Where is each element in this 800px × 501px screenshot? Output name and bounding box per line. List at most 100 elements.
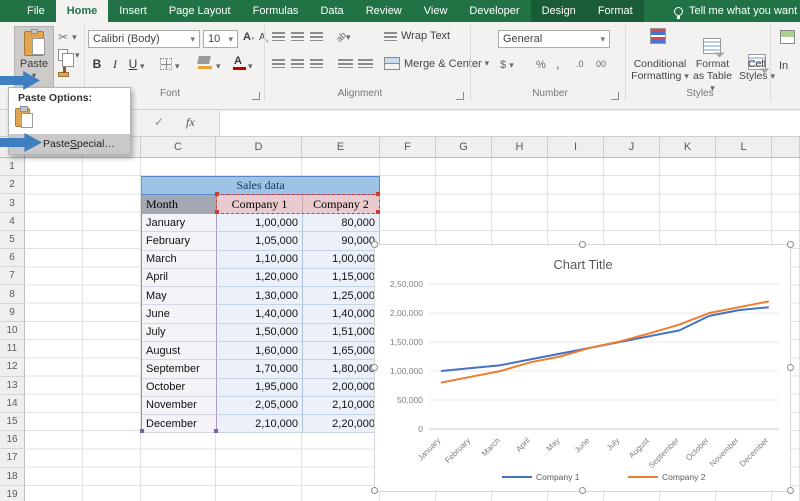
value-cell[interactable]: 2,10,000	[303, 396, 380, 416]
row-header-15[interactable]: 15	[0, 412, 25, 432]
month-cell[interactable]: October	[142, 378, 217, 397]
row-header-17[interactable]: 17	[0, 449, 25, 468]
value-cell[interactable]: 80,000	[303, 214, 380, 233]
merge-center-button[interactable]: Merge & Center ▾	[384, 57, 489, 70]
value-cell[interactable]: 1,15,000	[303, 268, 380, 288]
legend-label[interactable]: Company 1	[536, 472, 580, 482]
tell-me-search[interactable]: Tell me what you want t	[674, 0, 800, 22]
column-header-k[interactable]: K	[660, 137, 716, 158]
sales-data-table[interactable]: Sales data Month Company 1 Company 2 January…	[140, 176, 380, 434]
column-header-l[interactable]: L	[716, 137, 772, 158]
value-cell[interactable]: 2,10,000	[217, 415, 303, 434]
month-cell[interactable]: June	[142, 305, 217, 324]
fx-icon[interactable]: fx	[186, 115, 195, 130]
increase-indent-icon[interactable]	[358, 59, 373, 68]
paste-option-icon[interactable]	[15, 106, 33, 128]
column-header-c[interactable]: C	[141, 137, 216, 158]
copy-button[interactable]: ▾	[58, 49, 80, 67]
table-header-month[interactable]: Month	[142, 195, 217, 214]
value-cell[interactable]: 1,00,000	[303, 250, 380, 269]
decrease-indent-icon[interactable]	[338, 59, 353, 68]
month-cell[interactable]: August	[142, 341, 217, 361]
table-title-cell[interactable]: Sales data	[142, 177, 379, 195]
value-cell[interactable]: 1,80,000	[303, 360, 380, 379]
underline-button[interactable]: U	[126, 57, 140, 71]
column-header-g[interactable]: G	[436, 137, 492, 158]
month-cell[interactable]: April	[142, 268, 217, 288]
row-header-3[interactable]: 3	[0, 194, 25, 213]
month-cell[interactable]: May	[142, 287, 217, 306]
month-cell[interactable]: September	[142, 360, 217, 379]
row-header-4[interactable]: 4	[0, 212, 25, 231]
value-cell[interactable]: 1,51,000	[303, 323, 380, 342]
cut-button[interactable]: ✂ ▾	[58, 30, 77, 44]
table-header-company-1[interactable]: Company 1	[217, 195, 303, 214]
column-header-i[interactable]: I	[548, 137, 604, 158]
value-cell[interactable]: 1,00,000	[217, 214, 303, 233]
chart-handle[interactable]	[371, 487, 378, 494]
align-right-icon[interactable]	[310, 59, 323, 68]
tab-design[interactable]: Design	[530, 0, 587, 22]
column-header-d[interactable]: D	[216, 137, 302, 158]
row-header-14[interactable]: 14	[0, 394, 25, 413]
font-dialog-launcher[interactable]	[252, 92, 260, 100]
chart-title[interactable]: Chart Title	[553, 257, 612, 272]
tab-developer[interactable]: Developer	[458, 0, 530, 22]
tab-home[interactable]: Home	[55, 0, 109, 22]
value-cell[interactable]: 1,40,000	[303, 305, 380, 324]
value-cell[interactable]: 1,05,000	[217, 232, 303, 251]
value-cell[interactable]: 1,40,000	[217, 305, 303, 324]
month-cell[interactable]: July	[142, 323, 217, 342]
value-cell[interactable]: 1,95,000	[217, 378, 303, 397]
chart-handle[interactable]	[371, 364, 378, 371]
value-cell[interactable]: 90,000	[303, 232, 380, 251]
conditional-formatting-button[interactable]: Conditional Formatting ▾	[629, 58, 691, 82]
row-header-6[interactable]: 6	[0, 249, 25, 268]
accounting-format-icon[interactable]: $ ▾	[500, 59, 514, 71]
value-cell[interactable]: 1,25,000	[303, 287, 380, 306]
row-header-7[interactable]: 7	[0, 267, 25, 286]
column-header-h[interactable]: H	[492, 137, 548, 158]
number-format-combo[interactable]: General ▾	[498, 30, 610, 48]
enter-icon[interactable]: ✓	[154, 115, 164, 129]
format-painter-button[interactable]	[58, 67, 69, 77]
fill-color-icon[interactable]	[197, 56, 212, 69]
tab-file[interactable]: File	[16, 0, 56, 22]
chart-handle[interactable]	[787, 364, 794, 371]
value-cell[interactable]: 1,65,000	[303, 341, 380, 361]
tab-format[interactable]: Format	[586, 0, 644, 22]
tab-review[interactable]: Review	[355, 0, 413, 22]
chart-handle[interactable]	[579, 487, 586, 494]
bold-button[interactable]: B	[90, 57, 104, 71]
value-cell[interactable]: 1,50,000	[217, 323, 303, 342]
borders-icon[interactable]	[160, 58, 172, 70]
month-cell[interactable]: February	[142, 232, 217, 251]
month-cell[interactable]: March	[142, 250, 217, 269]
month-cell[interactable]: January	[142, 214, 217, 233]
chart-handle[interactable]	[787, 487, 794, 494]
row-header-10[interactable]: 10	[0, 321, 25, 341]
tab-formulas[interactable]: Formulas	[242, 0, 310, 22]
row-header-1[interactable]: 1	[0, 158, 25, 177]
row-header-16[interactable]: 16	[0, 431, 25, 450]
series-line-company-1[interactable]	[440, 306, 769, 372]
formula-input[interactable]	[219, 111, 800, 136]
chart-handle[interactable]	[579, 241, 586, 248]
align-left-icon[interactable]	[272, 59, 285, 68]
value-cell[interactable]: 1,60,000	[217, 341, 303, 361]
value-cell[interactable]: 2,05,000	[217, 396, 303, 416]
align-center-icon[interactable]	[291, 59, 304, 68]
row-header-12[interactable]: 12	[0, 358, 25, 377]
value-cell[interactable]: 2,00,000	[303, 378, 380, 397]
row-header-9[interactable]: 9	[0, 303, 25, 322]
row-header-19[interactable]: 19	[0, 485, 25, 501]
row-header-13[interactable]: 13	[0, 376, 25, 395]
row-header-18[interactable]: 18	[0, 467, 25, 486]
column-header-e[interactable]: E	[302, 137, 380, 158]
number-dialog-launcher[interactable]	[611, 92, 619, 100]
align-bottom-icon[interactable]	[310, 32, 323, 41]
chart-object[interactable]: Chart Title 0 50,000 1,00,000 1,50,000 2,00,0…	[371, 241, 794, 494]
month-cell[interactable]: December	[142, 415, 217, 434]
row-header-8[interactable]: 8	[0, 285, 25, 304]
increase-font-icon[interactable]: A˔	[243, 31, 255, 43]
